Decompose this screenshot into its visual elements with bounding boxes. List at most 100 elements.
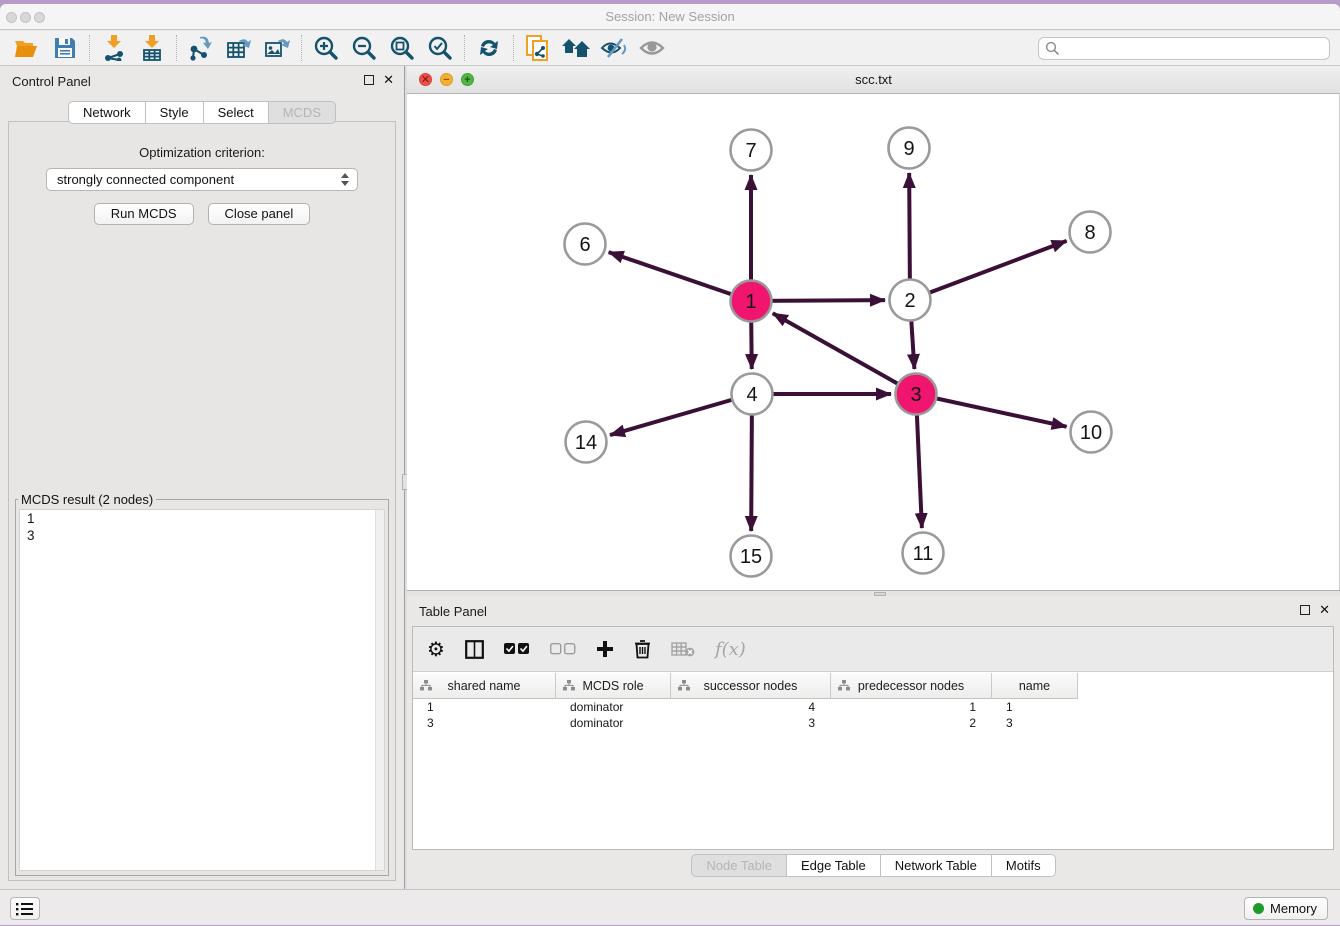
- export-network-icon[interactable]: [182, 33, 220, 63]
- network-minimize-icon[interactable]: −: [440, 73, 453, 86]
- table-cell[interactable]: dominator: [556, 715, 671, 731]
- float-panel-icon[interactable]: [364, 75, 374, 85]
- window-close-icon[interactable]: [6, 12, 17, 23]
- close-panel-icon[interactable]: ✕: [1319, 605, 1330, 615]
- memory-status-icon: [1253, 903, 1264, 914]
- criterion-dropdown[interactable]: strongly connected component: [46, 168, 358, 191]
- table-rows: 1dominator4113dominator323: [413, 699, 1333, 731]
- table-cell[interactable]: 3: [992, 715, 1078, 731]
- mcds-result-item: 3: [20, 527, 384, 544]
- gear-icon[interactable]: ⚙: [427, 634, 445, 664]
- memory-label: Memory: [1270, 901, 1317, 916]
- home-layout-icon[interactable]: [557, 33, 595, 63]
- table-cell[interactable]: 1: [992, 699, 1078, 715]
- search-input[interactable]: [1060, 39, 1329, 58]
- graph-node-label-4: 4: [746, 384, 757, 406]
- tab-edge-table[interactable]: Edge Table: [787, 854, 881, 877]
- toolbar-separator: [301, 35, 302, 61]
- graph-node-label-15: 15: [740, 546, 762, 568]
- table-cell[interactable]: 1: [831, 699, 992, 715]
- float-panel-icon[interactable]: [1300, 605, 1310, 615]
- close-panel-button[interactable]: Close panel: [208, 203, 311, 225]
- open-session-icon[interactable]: [8, 33, 46, 63]
- table-cell[interactable]: 4: [671, 699, 831, 715]
- function-builder-icon[interactable]: f(x): [715, 634, 746, 664]
- toolbar-separator: [176, 35, 177, 61]
- mcds-result-list[interactable]: 13: [19, 509, 385, 871]
- table-tabs: Node TableEdge TableNetwork TableMotifs: [407, 854, 1340, 877]
- select-all-icon[interactable]: [504, 634, 530, 664]
- control-panel-tabs: NetworkStyleSelectMCDS: [0, 101, 404, 124]
- control-panel: Control Panel ✕ NetworkStyleSelectMCDS O…: [0, 66, 404, 889]
- deselect-all-icon[interactable]: [550, 634, 576, 664]
- mcds-result-box: MCDS result (2 nodes) 13: [15, 492, 389, 876]
- app-window: Session: New Session: [0, 4, 1340, 925]
- graph-node-label-1: 1: [745, 291, 756, 313]
- zoom-out-icon[interactable]: [345, 33, 383, 63]
- duplicate-network-icon[interactable]: [519, 33, 557, 63]
- column-layout-icon[interactable]: [465, 634, 484, 664]
- graph-node-label-6: 6: [579, 234, 590, 256]
- import-table-icon[interactable]: [133, 33, 171, 63]
- table-cell[interactable]: dominator: [556, 699, 671, 715]
- mcds-result-title: MCDS result (2 nodes): [18, 492, 156, 507]
- graph-node-label-9: 9: [903, 138, 914, 160]
- graph-edge-4-14[interactable]: [610, 394, 752, 435]
- show-details-icon[interactable]: [633, 33, 671, 63]
- table-cell[interactable]: 3: [413, 715, 556, 731]
- tab-motifs[interactable]: Motifs: [992, 854, 1056, 877]
- table-cell[interactable]: 3: [671, 715, 831, 731]
- window-zoom-icon[interactable]: [34, 12, 45, 23]
- refresh-icon[interactable]: [470, 33, 508, 63]
- graph-edge-1-6[interactable]: [609, 252, 751, 301]
- graph-edge-3-1[interactable]: [773, 313, 916, 394]
- graph-node-label-2: 2: [904, 290, 915, 312]
- dropdown-stepper-icon: [341, 173, 349, 186]
- zoom-in-icon[interactable]: [307, 33, 345, 63]
- network-close-icon[interactable]: ✕: [419, 73, 432, 86]
- node-table-container: ⚙: [412, 626, 1334, 850]
- column-header-successor-nodes[interactable]: successor nodes: [671, 673, 831, 699]
- scrollbar-track[interactable]: [375, 510, 384, 870]
- graph-edge-2-8[interactable]: [910, 241, 1067, 300]
- table-cell[interactable]: 1: [413, 699, 556, 715]
- add-column-icon[interactable]: [596, 634, 614, 664]
- network-maximize-icon[interactable]: +: [461, 73, 474, 86]
- tab-mcds[interactable]: MCDS: [269, 101, 336, 124]
- run-mcds-button[interactable]: Run MCDS: [94, 203, 194, 225]
- graph-node-label-14: 14: [575, 432, 597, 454]
- import-network-icon[interactable]: [95, 33, 133, 63]
- network-title: scc.txt: [407, 66, 1340, 94]
- network-graph: 7968124314101511: [407, 94, 1339, 590]
- column-header-predecessor-nodes[interactable]: predecessor nodes: [831, 673, 992, 699]
- window-minimize-icon[interactable]: [20, 12, 31, 23]
- column-header-MCDS-role[interactable]: MCDS role: [556, 673, 671, 699]
- tab-style[interactable]: Style: [146, 101, 204, 124]
- export-table-icon[interactable]: [220, 33, 258, 63]
- hide-details-icon[interactable]: [595, 33, 633, 63]
- table-row[interactable]: 1dominator411: [413, 699, 1333, 715]
- graph-edge-3-10[interactable]: [916, 394, 1067, 427]
- close-panel-icon[interactable]: ✕: [383, 75, 394, 85]
- tab-network-table[interactable]: Network Table: [881, 854, 992, 877]
- network-canvas[interactable]: 7968124314101511: [407, 94, 1340, 590]
- delete-icon[interactable]: [634, 634, 651, 664]
- tab-network[interactable]: Network: [68, 101, 146, 124]
- task-history-button[interactable]: [10, 897, 40, 920]
- save-session-icon[interactable]: [46, 33, 84, 63]
- table-panel-title: Table Panel: [419, 604, 487, 619]
- zoom-fit-icon[interactable]: [383, 33, 421, 63]
- column-header-name[interactable]: name: [992, 673, 1078, 699]
- export-image-icon[interactable]: [258, 33, 296, 63]
- delete-table-icon[interactable]: [671, 634, 695, 664]
- tab-node-table[interactable]: Node Table: [691, 854, 787, 877]
- optimization-label: Optimization criterion:: [9, 145, 395, 160]
- toolbar-separator: [513, 35, 514, 61]
- memory-button[interactable]: Memory: [1244, 897, 1328, 920]
- table-row[interactable]: 3dominator323: [413, 715, 1333, 731]
- table-cell[interactable]: 2: [831, 715, 992, 731]
- zoom-selected-icon[interactable]: [421, 33, 459, 63]
- task-list-icon: [16, 902, 34, 916]
- column-header-shared-name[interactable]: shared name: [413, 673, 556, 699]
- tab-select[interactable]: Select: [204, 101, 269, 124]
